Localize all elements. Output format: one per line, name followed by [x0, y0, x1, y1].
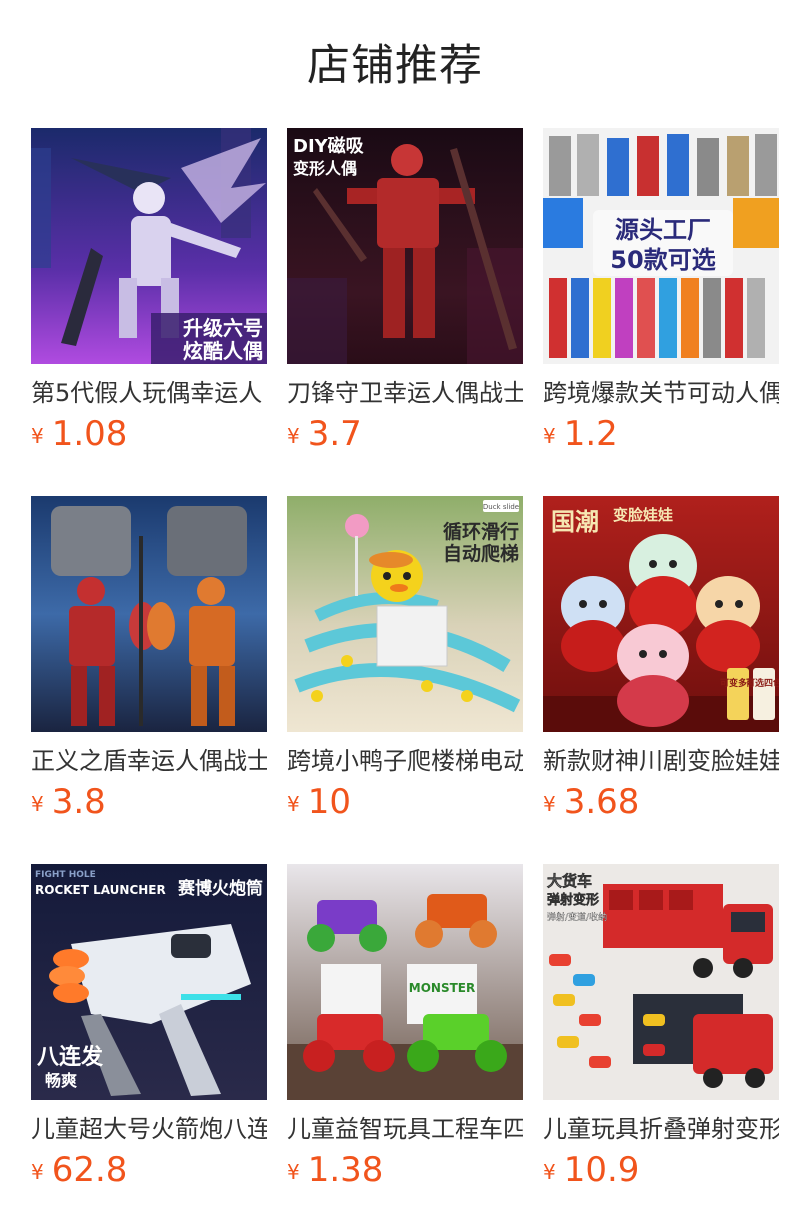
product-price: ¥1.38	[287, 1150, 383, 1190]
product-card[interactable]: DIY磁吸 变形人偶 刀锋守卫幸运人偶战士 ¥3.7	[287, 128, 523, 496]
image-caption: 50款可选	[610, 246, 715, 274]
product-name[interactable]: 跨境爆款关节可动人偶	[543, 376, 779, 410]
currency-symbol: ¥	[31, 792, 44, 816]
price-value: 62.8	[51, 1150, 128, 1190]
image-caption: 弹射变形	[547, 892, 599, 908]
image-caption: 可选四色	[746, 677, 779, 689]
product-image-duck-slide-toy[interactable]: Duck slide 循环滑行 自动爬梯	[287, 496, 523, 732]
image-caption: 源头工厂	[615, 216, 711, 244]
product-card[interactable]: Duck slide 循环滑行 自动爬梯 跨境小鸭子爬楼梯电动 ¥10	[287, 496, 523, 864]
image-caption: Duck slide	[483, 503, 519, 511]
price-value: 3.68	[563, 782, 640, 822]
product-card[interactable]: 正义之盾幸运人偶战士 ¥3.8	[31, 496, 267, 864]
image-caption: DIY磁吸	[293, 135, 365, 157]
image-caption: 循环滑行	[443, 520, 519, 543]
page-title: 店铺推荐	[307, 41, 483, 91]
product-card[interactable]: 源头工厂 50款可选 跨境爆款关节可动人偶 ¥1.2	[543, 128, 779, 496]
image-caption: 畅爽	[45, 1071, 77, 1090]
product-card[interactable]: FIGHT HOLE ROCKET LAUNCHER 赛博火炮筒 八连发 畅爽 …	[31, 864, 267, 1232]
product-price: ¥3.8	[31, 782, 106, 822]
product-image-truck-carrier-toy[interactable]: 大货车 弹射变形 弹射/变道/收纳	[543, 864, 779, 1100]
product-name[interactable]: 第5代假人玩偶幸运人	[31, 376, 267, 410]
image-caption: 大货车	[547, 872, 592, 890]
price-value: 3.7	[307, 414, 362, 454]
product-name[interactable]: 刀锋守卫幸运人偶战士	[287, 376, 523, 410]
image-caption: 国潮	[551, 508, 599, 536]
product-price: ¥3.7	[287, 414, 362, 454]
currency-symbol: ¥	[31, 1160, 44, 1184]
price-value: 1.2	[563, 414, 618, 454]
image-caption: FIGHT HOLE	[35, 870, 96, 880]
product-image-monster-trucks[interactable]: MONSTER	[287, 864, 523, 1100]
image-caption: 弹射/变道/收纳	[547, 911, 607, 923]
price-value: 10.9	[563, 1150, 640, 1190]
product-price: ¥1.2	[543, 414, 618, 454]
image-caption: MONSTER	[409, 981, 475, 995]
product-image-robot-figures-axe[interactable]	[31, 496, 267, 732]
image-caption: 赛博火炮筒	[177, 878, 263, 899]
price-value: 10	[307, 782, 351, 822]
currency-symbol: ¥	[543, 424, 556, 448]
price-value: 3.8	[51, 782, 106, 822]
product-name[interactable]: 儿童超大号火箭炮八连发	[31, 1112, 267, 1146]
product-image-rocket-launcher-toy[interactable]: FIGHT HOLE ROCKET LAUNCHER 赛博火炮筒 八连发 畅爽	[31, 864, 267, 1100]
product-name[interactable]: 儿童玩具折叠弹射变形	[543, 1112, 779, 1146]
image-caption: 炫酷人偶	[183, 339, 263, 363]
product-name[interactable]: 跨境小鸭子爬楼梯电动	[287, 744, 523, 778]
currency-symbol: ¥	[543, 792, 556, 816]
currency-symbol: ¥	[287, 424, 300, 448]
currency-symbol: ¥	[543, 1160, 556, 1184]
price-value: 1.38	[307, 1150, 384, 1190]
price-value: 1.08	[51, 414, 128, 454]
currency-symbol: ¥	[31, 424, 44, 448]
currency-symbol: ¥	[287, 792, 300, 816]
image-caption: 变形人偶	[293, 159, 357, 178]
product-name[interactable]: 新款财神川剧变脸娃娃	[543, 744, 779, 778]
image-caption: 升级六号	[183, 316, 263, 340]
image-caption: 自动爬梯	[443, 542, 519, 565]
image-caption: 变脸娃娃	[613, 506, 673, 524]
product-image-robot-figure-crystal[interactable]: 升级六号 炫酷人偶	[31, 128, 267, 364]
product-name[interactable]: 正义之盾幸运人偶战士	[31, 744, 267, 778]
product-card[interactable]: MONSTER 儿童益智玩具工程车四驱 ¥1.38	[287, 864, 523, 1232]
product-price: ¥10.9	[543, 1150, 639, 1190]
product-card[interactable]: 升级六号 炫酷人偶 第5代假人玩偶幸运人 ¥1.08	[31, 128, 267, 496]
product-image-robot-figure-red[interactable]: DIY磁吸 变形人偶	[287, 128, 523, 364]
product-price: ¥62.8	[31, 1150, 127, 1190]
image-caption: 八连发	[37, 1044, 104, 1070]
product-price: ¥3.68	[543, 782, 639, 822]
product-grid: 升级六号 炫酷人偶 第5代假人玩偶幸运人 ¥1.08 DIY磁吸 变形人偶 刀锋…	[31, 128, 790, 1232]
product-image-robot-figures-collection[interactable]: 源头工厂 50款可选	[543, 128, 779, 364]
product-price: ¥1.08	[31, 414, 127, 454]
currency-symbol: ¥	[287, 1160, 300, 1184]
product-card[interactable]: 大货车 弹射变形 弹射/变道/收纳 儿童玩具折叠弹射变形 ¥10.9	[543, 864, 779, 1232]
image-caption: ROCKET LAUNCHER	[35, 883, 166, 897]
product-name[interactable]: 儿童益智玩具工程车四驱	[287, 1112, 523, 1146]
product-image-face-changing-dolls[interactable]: 国潮 变脸娃娃 可变多脸 可选四色	[543, 496, 779, 732]
product-price: ¥10	[287, 782, 351, 822]
product-card[interactable]: 国潮 变脸娃娃 可变多脸 可选四色 新款财神川剧变脸娃娃 ¥3.68	[543, 496, 779, 864]
